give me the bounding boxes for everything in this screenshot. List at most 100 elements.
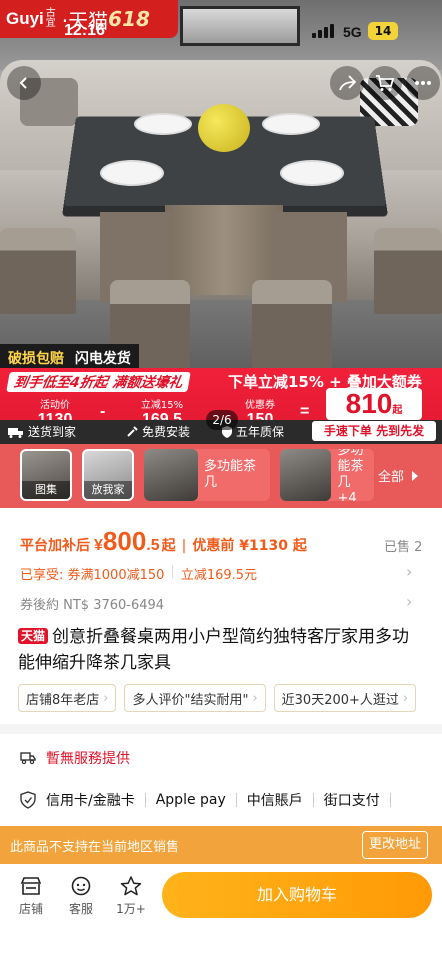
chip-label: 店铺8年老店 [26,692,100,708]
price-box-coupon: 优惠券 150 [238,396,282,428]
shop-label: 店铺 [18,902,43,916]
service-row[interactable]: 暫無服務提供 [20,748,130,768]
variant-image [280,449,332,501]
hero-plate [262,113,320,135]
share-button[interactable] [330,66,364,100]
highlight-chips: 店铺8年老店 › 多人评价"结实耐用" › 近30天200+人逛过 › [18,684,417,712]
price-decimal: .5 [146,537,160,554]
product-title-text: 创意折叠餐桌两用小户型简约独特客厅家用多功能伸缩升降茶几家具 [18,627,410,673]
chip-shop-age[interactable]: 店铺8年老店 › [18,684,117,712]
final-price-value: 810 [345,388,393,419]
payment-method: 街口支付 [323,793,380,809]
price-label: 立减15% [140,400,184,411]
change-address-button[interactable]: 更改地址 [362,831,429,859]
chevron-right-icon[interactable]: › [406,562,412,581]
chip-label: 多人评价"结实耐用" [132,692,249,708]
payment-method: 信用卡/金融卡 [46,793,135,809]
battery-icon: 14 [368,22,398,40]
chevron-right-icon [412,471,419,481]
price-before: 优惠前 ¥1130 起 [192,538,307,554]
hero-stool [0,228,76,314]
payment-method: 中信賬戶 [246,793,303,809]
brand-sub: 古宜 [45,8,56,29]
payment-separator [235,793,237,807]
truck-icon [8,427,23,438]
promo-badge: 破损包赔 闪电发货 [0,344,139,370]
price-prefix: 平台加补后 [20,538,90,554]
discount-instant: 立减169.5元 [180,568,258,583]
payment-separator [144,793,146,807]
product-hero-image[interactable] [0,0,442,385]
thumb-gallery[interactable]: 图集 [20,449,72,501]
shop-icon [20,877,42,895]
variant-card[interactable]: 多功能茶几 [144,449,270,501]
hero-plate [100,160,164,186]
notice-text: 此商品不支持在当前地区销售 [10,839,180,855]
coupon-estimate[interactable]: 券後約 NT$ 3760-6494 [20,594,164,613]
back-button[interactable] [7,66,41,100]
favorite-count: 1万+ [116,902,146,916]
price-currency: ¥ [94,537,103,554]
price-label: 活动价 [40,400,70,411]
hero-stool [252,280,332,372]
favorite-button[interactable]: 1万+ [110,876,152,917]
badge-right: 闪电发货 [74,351,131,367]
star-icon [120,876,142,896]
variant-label: 多功能茶几+4 [337,449,364,501]
chip-review[interactable]: 多人评价"结实耐用" › [124,684,266,712]
service-label: 五年质保 [236,425,285,439]
variant-card[interactable]: 多功能茶几+4 [280,449,374,501]
service-status: 暫無服務提供 [46,751,130,767]
fast-order-tag: 手速下单 先到先发 [312,421,436,441]
network-label: 5G [343,24,362,40]
variant-image [144,449,198,501]
chip-label: 近30天200+人逛过 [281,692,399,708]
service-label: 客服 [68,902,93,916]
more-button[interactable] [406,66,440,100]
all-label: 全部 [378,470,405,485]
chip-visits[interactable]: 近30天200+人逛过 › [273,684,417,712]
price-suffix: 起 [161,538,176,554]
discount-line[interactable]: 已享受: 券满1000减150 | 立减169.5元 [20,564,257,583]
thumb-label: 放我家 [84,481,132,499]
brand-event: 618 [108,7,150,31]
all-variants-button[interactable]: 全部 [378,466,420,485]
hero-plate [280,160,344,186]
chat-icon [71,876,91,896]
add-to-cart-button[interactable]: 加入购物车 [162,872,432,918]
discount-coupon: 已享受: 券满1000减150 [20,568,165,583]
service-delivery: 送货到家 [8,423,76,440]
service-label: 免费安装 [142,425,191,439]
sold-count: 已售 2 [384,540,423,555]
cart-icon [376,75,395,91]
price-separator: | [181,538,187,554]
price-integer: 800 [102,526,147,556]
status-time: 12:16 [64,22,105,39]
share-icon [339,75,356,91]
thumb-ar-view[interactable]: 放我家 [82,449,134,501]
chevron-left-icon [19,77,27,89]
payment-separator [389,793,391,807]
equals-sign: = [300,403,310,420]
more-icon [415,81,431,85]
promo-headline-left: 到手低至4折起 满额送壕礼 [6,372,191,392]
customer-service-button[interactable]: 客服 [60,876,102,917]
chevron-right-icon[interactable]: › [406,592,412,611]
cart-button[interactable] [368,66,402,100]
wrench-icon [127,425,138,437]
payment-row[interactable]: 信用卡/金融卡 Apple pay 中信賬戶 街口支付 [20,790,391,810]
price-box-discount: 立减15% 169.5 [132,396,192,428]
gallery-page-indicator: 2/6 [206,410,238,430]
hero-painting [180,6,300,46]
price-box-activity: 活动价 1130 [30,396,80,428]
final-price: 810起 [326,388,422,420]
shop-button[interactable]: 店铺 [10,876,52,917]
hero-fruit-bowl [198,104,250,152]
payment-method: Apple pay [155,792,226,808]
tmall-tag: 天猫 [18,628,49,644]
shield-check-icon [20,791,36,809]
section-divider [0,724,442,734]
hero-plate [134,113,192,135]
thumb-label: 图集 [22,481,70,499]
hero-stool [374,228,442,314]
